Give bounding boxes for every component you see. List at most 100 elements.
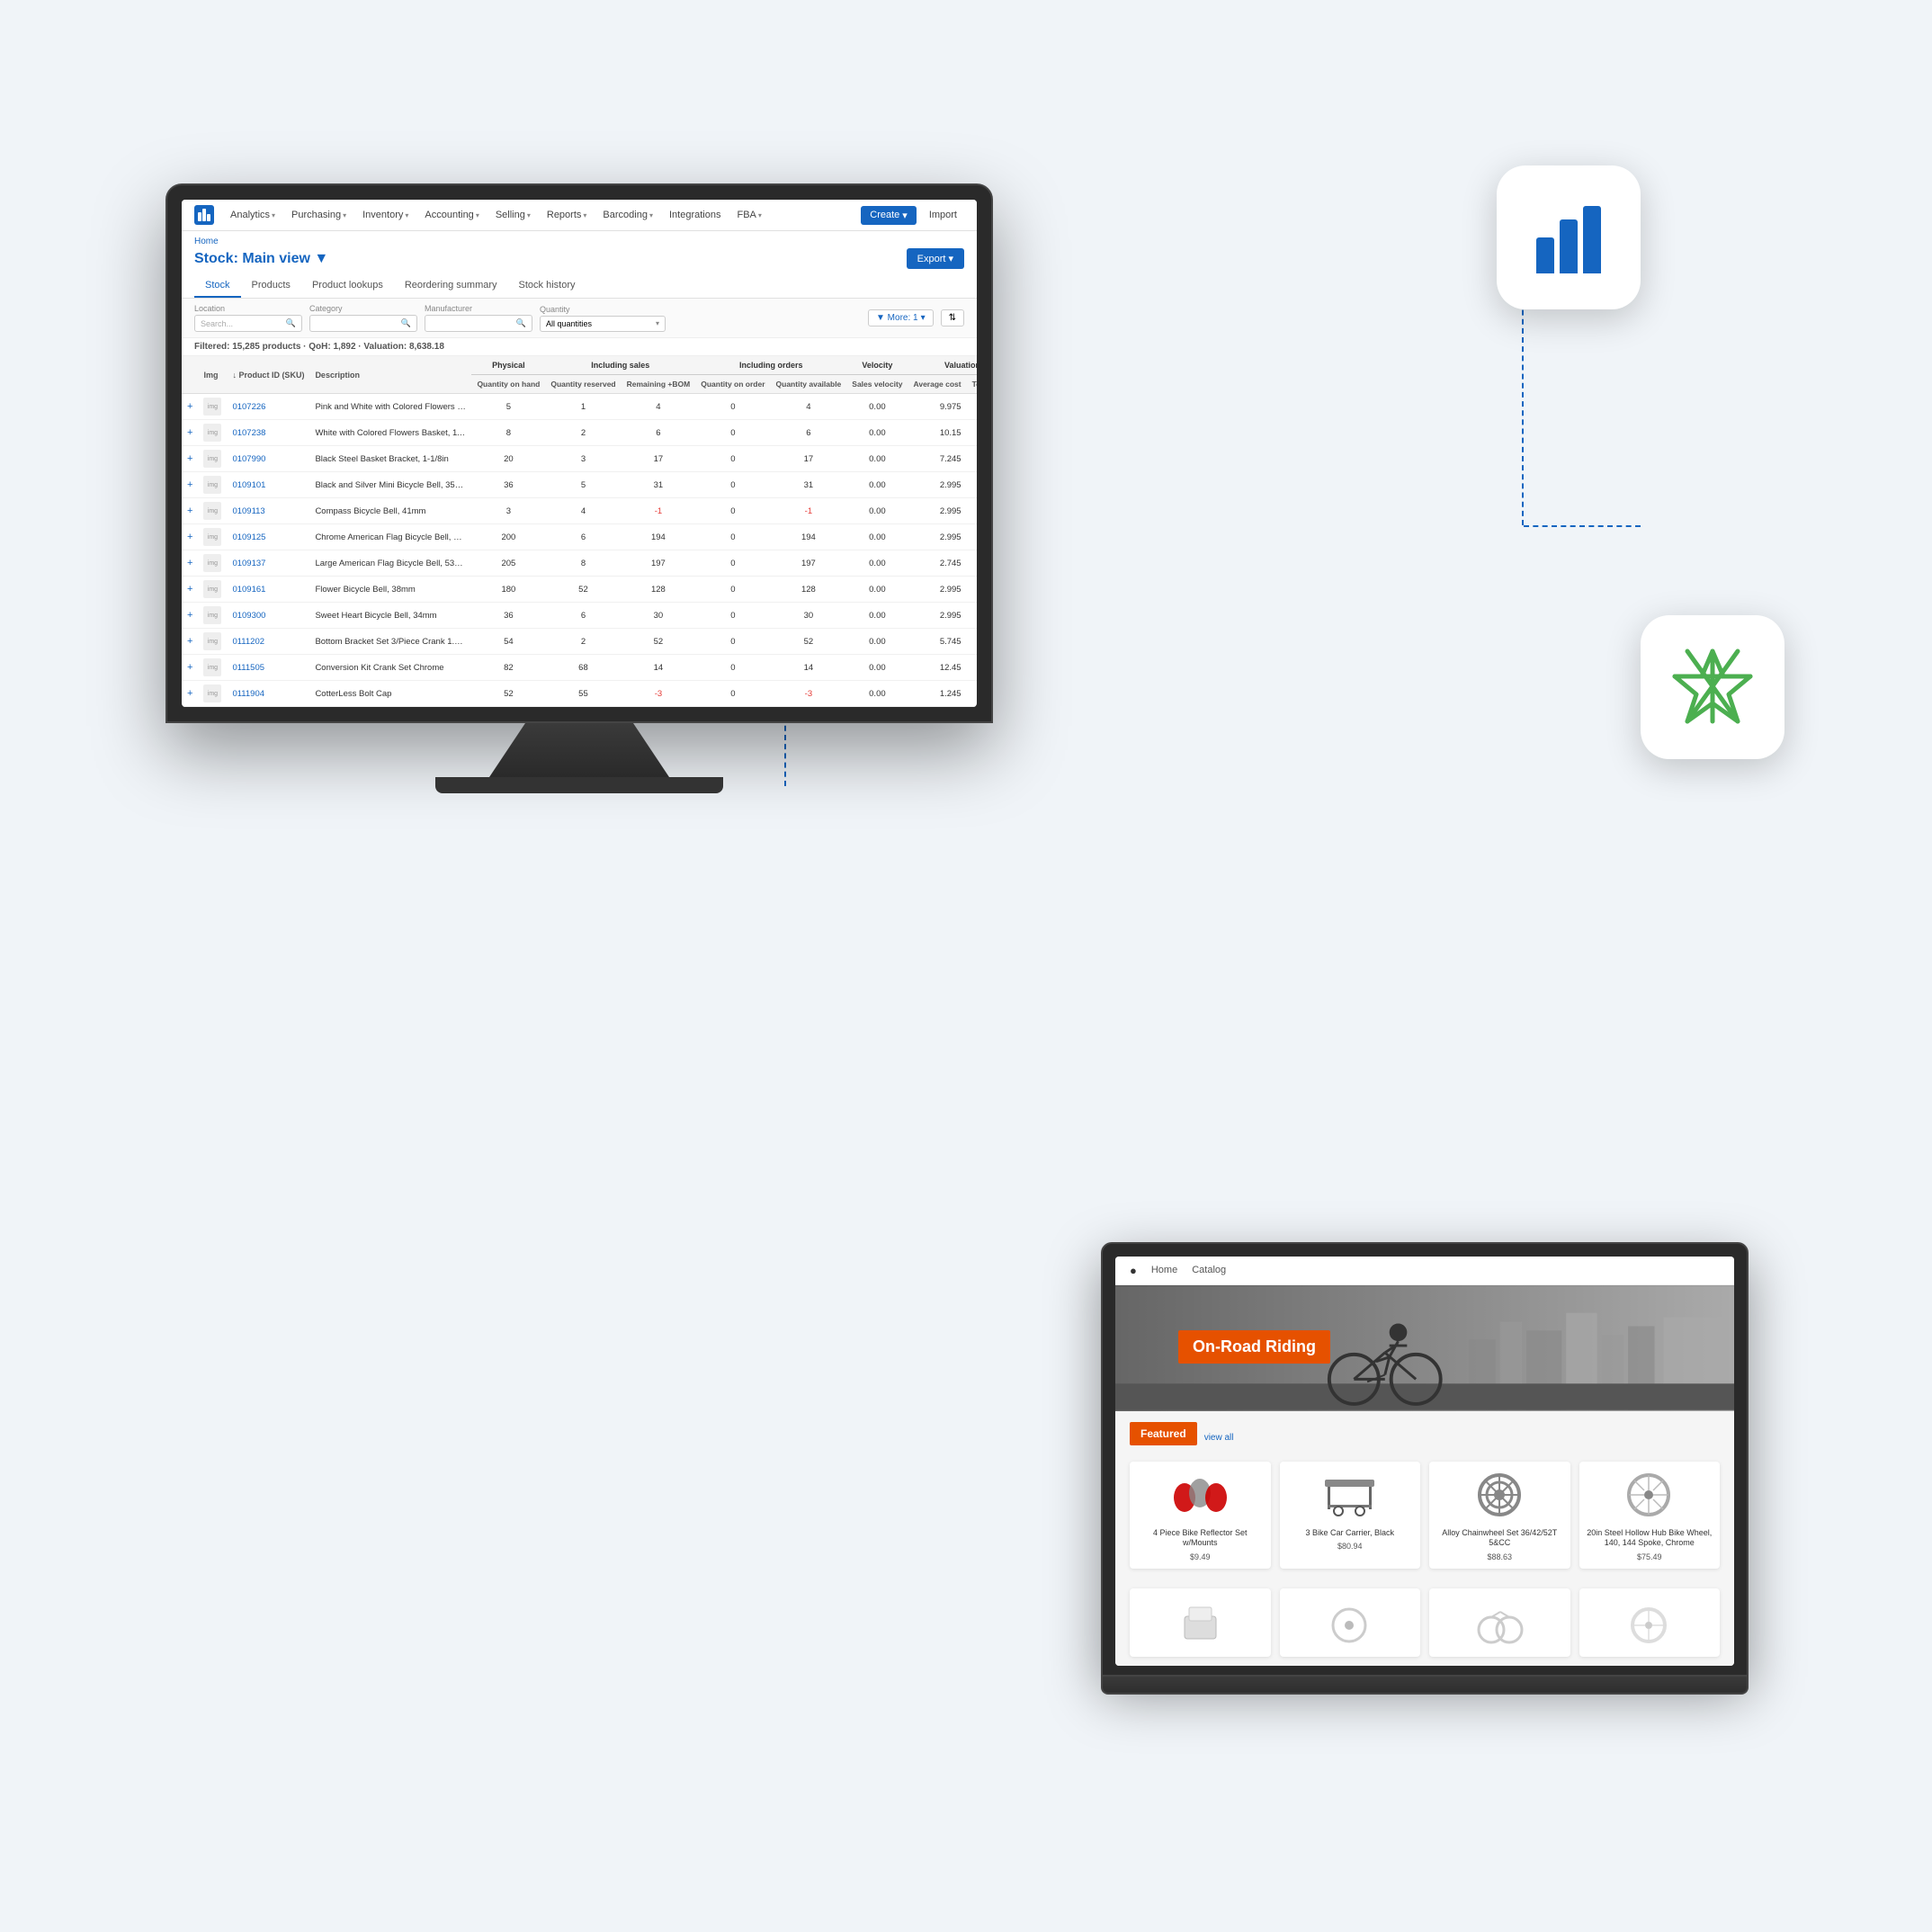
on-hand-8: 36 <box>471 603 545 629</box>
nav-inventory[interactable]: Inventory ▾ <box>355 206 416 224</box>
sort-button[interactable]: ⇅ <box>941 309 964 326</box>
bottom-product-2[interactable] <box>1280 1588 1421 1657</box>
bottom-product-1[interactable] <box>1130 1588 1271 1657</box>
nav-selling-chevron: ▾ <box>527 211 531 219</box>
stock-table: Img ↓ Product ID (SKU) Description Physi… <box>182 356 977 707</box>
product-id-9[interactable]: 0111202 <box>227 629 309 655</box>
nav-purchasing[interactable]: Purchasing ▾ <box>284 206 353 224</box>
table-row: + img 0107990 Black Steel Basket Bracket… <box>182 446 977 472</box>
product-id-6[interactable]: 0109137 <box>227 550 309 577</box>
row-expand-1[interactable]: + <box>182 420 198 446</box>
product-desc-11: CotterLess Bolt Cap <box>309 681 471 707</box>
row-expand-2[interactable]: + <box>182 446 198 472</box>
nav-barcoding[interactable]: Barcoding ▾ <box>595 206 660 224</box>
blue-bars-logo <box>1536 201 1601 273</box>
row-expand-3[interactable]: + <box>182 472 198 498</box>
nav-fba[interactable]: FBA ▾ <box>729 206 768 224</box>
row-expand-10[interactable]: + <box>182 655 198 681</box>
total-value-8: 107.82 <box>967 603 977 629</box>
table-row: + img 0111202 Bottom Bracket Set 3/Piece… <box>182 629 977 655</box>
product-id-5[interactable]: 0109125 <box>227 524 309 550</box>
app-icon-green <box>1641 615 1784 759</box>
product-id-10[interactable]: 0111505 <box>227 655 309 681</box>
row-expand-9[interactable]: + <box>182 629 198 655</box>
tab-reordering[interactable]: Reordering summary <box>394 274 508 298</box>
nav-reports[interactable]: Reports ▾ <box>540 206 595 224</box>
product-card-1[interactable]: 4 Piece Bike Reflector Set w/Mounts $9.4… <box>1130 1462 1271 1569</box>
nav-selling[interactable]: Selling ▾ <box>488 206 538 224</box>
nav-import[interactable]: Import <box>922 206 964 225</box>
row-expand-8[interactable]: + <box>182 603 198 629</box>
th-sales-group: Including sales <box>545 356 695 375</box>
view-all-link[interactable]: view all <box>1204 1433 1234 1443</box>
filters-row: Location Search... 🔍 Category 🔍 <box>182 299 977 338</box>
bottom-product-4[interactable] <box>1579 1588 1721 1657</box>
product-id-1[interactable]: 0107238 <box>227 420 309 446</box>
on-hand-2: 20 <box>471 446 545 472</box>
bottom-product-3[interactable] <box>1429 1588 1570 1657</box>
on-order-9: 0 <box>695 629 770 655</box>
th-product-id[interactable]: ↓ Product ID (SKU) <box>227 356 309 394</box>
row-expand-4[interactable]: + <box>182 498 198 524</box>
nav-integrations[interactable]: Integrations <box>662 206 728 224</box>
tab-product-lookups[interactable]: Product lookups <box>301 274 394 298</box>
product-id-3[interactable]: 0109101 <box>227 472 309 498</box>
more-filters-button[interactable]: ▼ More: 1 ▾ <box>868 309 934 326</box>
ecom-nav-catalog[interactable]: Catalog <box>1192 1265 1226 1275</box>
product-id-8[interactable]: 0109300 <box>227 603 309 629</box>
quantity-value: All quantities <box>546 319 592 328</box>
row-expand-11[interactable]: + <box>182 681 198 707</box>
available-8: 30 <box>771 603 847 629</box>
filter-location-label: Location <box>194 304 302 313</box>
monitor-stand <box>489 723 669 777</box>
filter-location-input[interactable]: Search... 🔍 <box>194 315 302 332</box>
laptop-computer: ● Home Catalog <box>1101 1242 1749 1695</box>
th-orders-group: Including orders <box>695 356 846 375</box>
product-card-3[interactable]: Alloy Chainwheel Set 36/42/52T 5&CC $88.… <box>1429 1462 1570 1569</box>
remaining-1: 6 <box>622 420 696 446</box>
nav-purchasing-chevron: ▾ <box>343 211 346 219</box>
product-id-2[interactable]: 0107990 <box>227 446 309 472</box>
nav-analytics[interactable]: Analytics ▾ <box>223 206 282 224</box>
available-9: 52 <box>771 629 847 655</box>
filter-manufacturer-input[interactable]: 🔍 <box>425 315 532 332</box>
tab-stock-history[interactable]: Stock history <box>508 274 586 298</box>
on-order-11: 0 <box>695 681 770 707</box>
ecom-nav-home[interactable]: Home <box>1151 1265 1177 1275</box>
on-order-10: 0 <box>695 655 770 681</box>
laptop-body: ● Home Catalog <box>1101 1242 1749 1677</box>
hero-text-badge: On-Road Riding <box>1178 1330 1330 1364</box>
product-id-0[interactable]: 0107226 <box>227 394 309 420</box>
row-expand-7[interactable]: + <box>182 577 198 603</box>
create-chevron: ▾ <box>902 210 908 221</box>
filter-quantity-select[interactable]: All quantities ▾ <box>540 316 666 332</box>
product-img-1 <box>1168 1469 1231 1523</box>
nav-analytics-chevron: ▾ <box>272 211 275 219</box>
page-title-highlight[interactable]: Main view ▼ <box>242 251 328 266</box>
product-img-cell-10: img <box>198 655 227 681</box>
tab-products[interactable]: Products <box>241 274 301 298</box>
product-name-3: Alloy Chainwheel Set 36/42/52T 5&CC <box>1436 1528 1563 1549</box>
row-expand-6[interactable]: + <box>182 550 198 577</box>
reserved-4: 4 <box>545 498 621 524</box>
product-id-4[interactable]: 0109113 <box>227 498 309 524</box>
remaining-0: 4 <box>622 394 696 420</box>
row-expand-0[interactable]: + <box>182 394 198 420</box>
app-navigation: Analytics ▾ Purchasing ▾ Inventory ▾ Acc… <box>182 200 977 231</box>
product-id-11[interactable]: 0111904 <box>227 681 309 707</box>
table-row: + img 0111505 Conversion Kit Crank Set C… <box>182 655 977 681</box>
product-card-2[interactable]: 3 Bike Car Carrier, Black $80.94 <box>1280 1462 1421 1569</box>
filter-category-input[interactable]: 🔍 <box>309 315 417 332</box>
bar-3 <box>1583 206 1601 273</box>
table-body: + img 0107226 Pink and White with Colore… <box>182 394 977 707</box>
nav-accounting-chevron: ▾ <box>476 211 479 219</box>
nav-accounting[interactable]: Accounting ▾ <box>417 206 486 224</box>
product-price-2: $80.94 <box>1287 1542 1414 1551</box>
row-expand-5[interactable]: + <box>182 524 198 550</box>
connector-line-3 <box>1524 525 1641 527</box>
tab-stock[interactable]: Stock <box>194 274 241 298</box>
export-button[interactable]: Export ▾ <box>907 248 964 269</box>
product-card-4[interactable]: 20in Steel Hollow Hub Bike Wheel, 140, 1… <box>1579 1462 1721 1569</box>
product-id-7[interactable]: 0109161 <box>227 577 309 603</box>
create-button[interactable]: Create ▾ <box>861 206 917 225</box>
